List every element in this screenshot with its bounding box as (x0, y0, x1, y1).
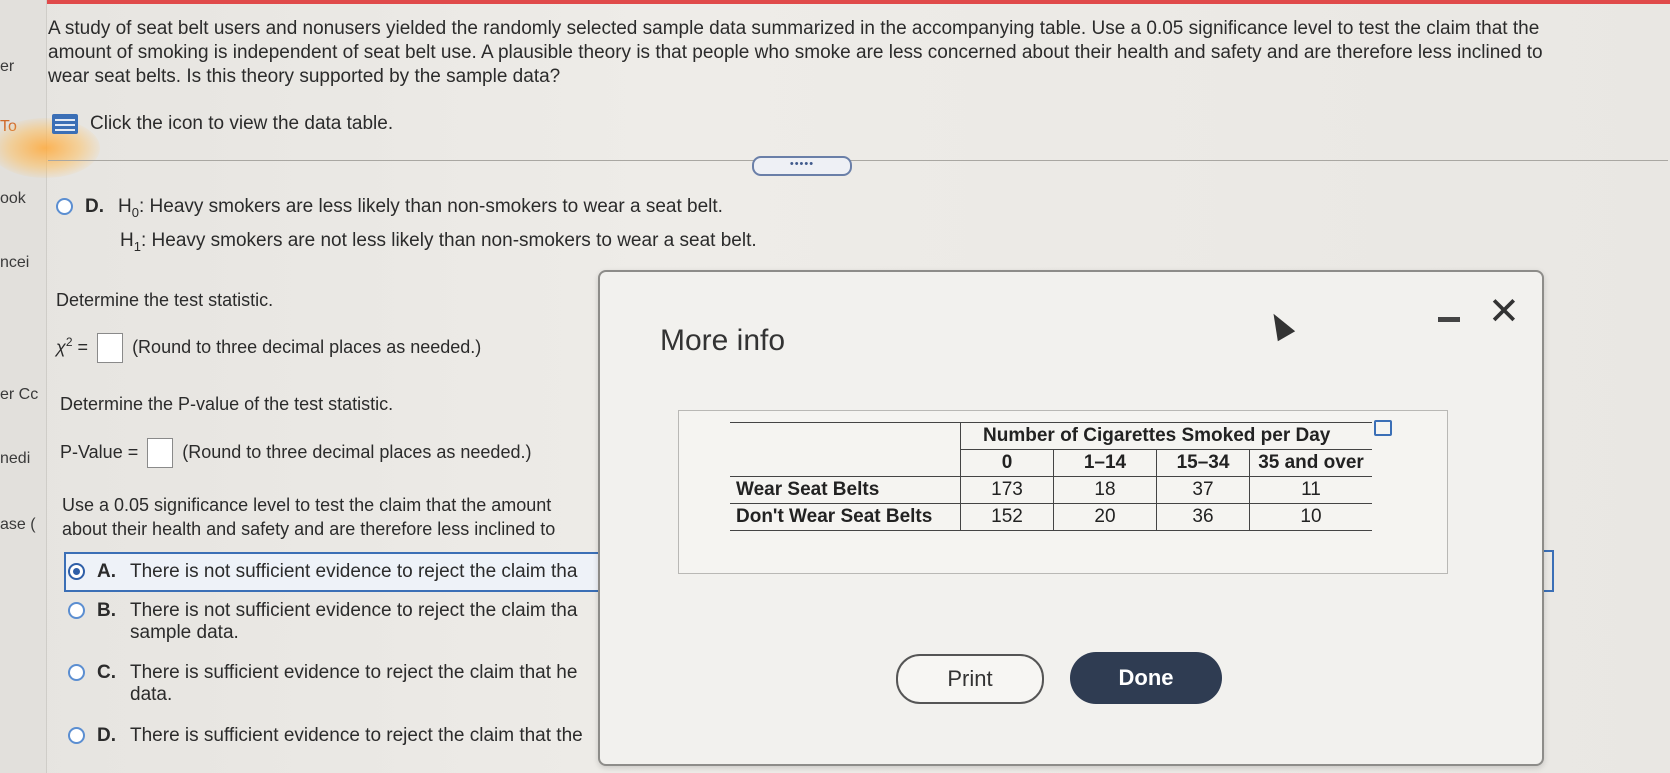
option-letter: C. (97, 662, 116, 683)
conclusion-prompt-2: about their health and safety and are th… (62, 519, 556, 539)
option-text: There is not sufficient evidence to reje… (130, 600, 578, 643)
table-group-header: Number of Cigarettes Smoked per Day (960, 422, 1372, 450)
equals-sign: = (72, 336, 89, 357)
data-table-link-label: Click the icon to view the data table. (90, 113, 394, 134)
sidebar-item[interactable]: er (0, 58, 44, 76)
column-header: 35 and over (1249, 449, 1372, 477)
pvalue-input[interactable] (147, 438, 174, 468)
option-text: There is sufficient evidence to reject t… (130, 725, 583, 746)
close-icon[interactable]: ✕ (1488, 292, 1520, 332)
table-cell: 37 (1156, 476, 1250, 504)
option-text: There is sufficient evidence to reject t… (130, 662, 578, 705)
table-row: Wear Seat Belts 173 18 37 11 (730, 476, 1372, 504)
pvalue-label: P-Value = (60, 441, 139, 462)
h1-statement: H1: Heavy smokers are not less likely th… (120, 230, 757, 254)
done-button[interactable]: Done (1070, 652, 1222, 704)
table-row: Don't Wear Seat Belts 152 20 36 10 (730, 503, 1372, 531)
h0-statement: H0: Heavy smokers are less likely than n… (118, 196, 723, 220)
option-letter: A. (97, 561, 116, 582)
minimize-icon[interactable] (1438, 317, 1460, 322)
left-sidebar: er To ook ncei er Cc nedi ase ( (0, 0, 47, 773)
sidebar-item[interactable]: er Cc (0, 386, 44, 404)
table-cell: 173 (960, 476, 1054, 504)
option-letter: D. (97, 725, 116, 746)
pvalue-row: P-Value = (Round to three decimal places… (60, 438, 531, 468)
table-cell: 18 (1053, 476, 1157, 504)
test-stat-input[interactable] (97, 333, 124, 363)
column-header: 1–14 (1053, 449, 1157, 477)
table-cell: 20 (1053, 503, 1157, 531)
table-cell: 152 (960, 503, 1054, 531)
table-cell: 36 (1156, 503, 1250, 531)
chi-exponent: 2 (65, 334, 73, 349)
page: er To ook ncei er Cc nedi ase ( A study … (0, 0, 1670, 773)
copy-icon[interactable] (1374, 420, 1392, 436)
radio-button[interactable] (68, 664, 85, 681)
test-stat-row: χ2 = (Round to three decimal places as n… (56, 333, 481, 363)
sidebar-item[interactable]: ncei (0, 254, 44, 272)
more-info-dialog: More info ✕ Number of Cigarettes Smoked … (598, 270, 1544, 766)
radio-button[interactable] (68, 727, 85, 744)
radio-button-selected[interactable] (68, 563, 85, 580)
conclusion-option-b[interactable]: B. There is not sufficient evidence to r… (68, 600, 577, 644)
mouse-cursor-icon (1264, 308, 1296, 342)
data-table-link[interactable]: Click the icon to view the data table. (52, 113, 393, 135)
conclusion-prompt-1: Use a 0.05 significance level to test th… (62, 495, 552, 515)
chi-symbol: χ (56, 336, 66, 357)
option-text: There is not sufficient evidence to reje… (130, 561, 578, 582)
hypothesis-option-d[interactable]: D. H0: Heavy smokers are less likely tha… (56, 196, 723, 220)
sidebar-item[interactable]: nedi (0, 450, 44, 468)
table-icon[interactable] (52, 114, 78, 134)
sidebar-item[interactable]: ook (0, 190, 44, 208)
test-stat-prompt: Determine the test statistic. (56, 290, 274, 310)
expand-handle[interactable]: ••••• (752, 156, 852, 176)
print-button[interactable]: Print (896, 654, 1044, 704)
test-stat-hint: (Round to three decimal places as needed… (132, 336, 482, 357)
row-label: Don't Wear Seat Belts (730, 503, 961, 531)
data-table: Number of Cigarettes Smoked per Day 0 1–… (730, 422, 1372, 531)
pvalue-hint: (Round to three decimal places as needed… (182, 441, 532, 462)
dialog-title: More info (660, 324, 786, 357)
option-letter: D. (85, 196, 104, 217)
conclusion-option-a[interactable]: A. There is not sufficient evidence to r… (68, 561, 577, 583)
question-text: A study of seat belt users and nonusers … (48, 18, 1543, 87)
column-header: 0 (960, 449, 1054, 477)
pvalue-prompt: Determine the P-value of the test statis… (60, 394, 394, 414)
table-cell: 11 (1249, 476, 1372, 504)
table-cell: 10 (1249, 503, 1372, 531)
radio-button[interactable] (68, 602, 85, 619)
column-header: 15–34 (1156, 449, 1250, 477)
sidebar-item[interactable]: ase ( (0, 516, 44, 534)
conclusion-option-c[interactable]: C. There is sufficient evidence to rejec… (68, 662, 577, 706)
radio-button[interactable] (56, 198, 73, 215)
option-letter: B. (97, 600, 116, 621)
top-accent-bar (18, 0, 1670, 4)
conclusion-option-d[interactable]: D. There is sufficient evidence to rejec… (68, 725, 583, 747)
section-divider (48, 160, 1668, 161)
row-label: Wear Seat Belts (730, 476, 961, 504)
